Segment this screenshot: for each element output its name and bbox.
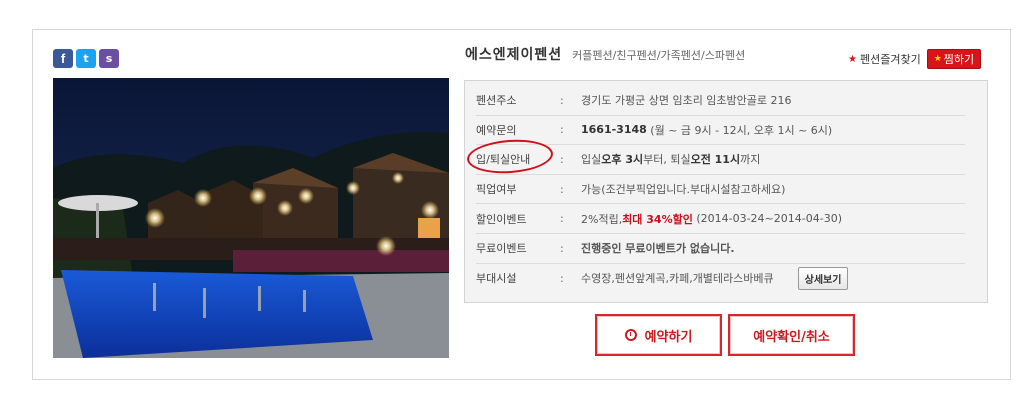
twitter-icon[interactable]: t xyxy=(76,49,96,68)
discount-period: (2014-03-24~2014-04-30) xyxy=(696,212,842,226)
confirm-cancel-button[interactable]: 예약확인/취소 xyxy=(728,314,855,356)
info-row-pickup: 픽업여부 : 가능(조건부픽업입니다.부대시설참고하세요) xyxy=(476,175,965,205)
phone-number: 1661-3148 xyxy=(581,123,647,137)
info-table: 펜션주소 : 경기도 가평군 상면 임초리 임초밤안골로 216 예약문의 : … xyxy=(464,80,988,303)
checkin-time: 오후 3시 xyxy=(601,153,644,167)
colon: : xyxy=(560,152,564,166)
favorite-area: ★ 펜션즐겨찾기 ★ 찜하기 xyxy=(848,49,982,69)
checkin-value: 입실 오후 3시 부터, 퇴실 오전 11시 까지 xyxy=(581,151,760,167)
colon: : xyxy=(560,241,564,255)
checkout-time: 오전 11시 xyxy=(690,153,741,167)
info-row-address: 펜션주소 : 경기도 가평군 상면 임초리 임초밤안골로 216 xyxy=(476,86,965,116)
info-row-discount: 할인이벤트 : 2%적립, 최대 34%할인 (2014-03-24~2014-… xyxy=(476,204,965,234)
colon: : xyxy=(560,271,564,285)
action-buttons: 예약하기 예약확인/취소 xyxy=(595,314,855,356)
colon: : xyxy=(560,212,564,226)
facebook-icon[interactable]: f xyxy=(53,49,73,68)
pension-name: 에스엔제이펜션 xyxy=(465,47,563,63)
info-label: 픽업여부 xyxy=(476,183,517,197)
details-button[interactable]: 상세보기 xyxy=(797,266,849,290)
pension-night-photo xyxy=(53,78,449,358)
facilities-text: 수영장,펜션앞계곡,카페,개별테라스바베큐 xyxy=(581,272,774,286)
pension-header: 에스엔제이펜션 커플펜션/친구펜션/가족펜션/스파펜션 xyxy=(465,44,745,64)
info-label: 할인이벤트 xyxy=(476,212,527,226)
address-value: 경기도 가평군 상면 임초리 임초밤안골로 216 xyxy=(581,94,792,108)
colon: : xyxy=(560,93,564,107)
info-row-checkin: 입/퇴실안내 : 입실 오후 3시 부터, 퇴실 오전 11시 까지 xyxy=(465,137,965,177)
checkin-text: 부터, 퇴실 xyxy=(643,153,691,167)
info-label: 예약문의 xyxy=(476,123,517,137)
info-label: 펜션주소 xyxy=(476,94,517,108)
info-row-free-event: 무료이벤트 : 진행중인 무료이벤트가 없습니다. xyxy=(476,234,965,264)
discount-text: 2%적립, xyxy=(581,212,623,226)
star-icon: ★ xyxy=(848,53,857,65)
contact-value: 1661-3148 (월 ~ 금 9시 - 12시, 오후 1시 ~ 6시) xyxy=(581,122,832,138)
facilities-value: 수영장,펜션앞계곡,카페,개별테라스바베큐 상세보기 xyxy=(581,266,849,290)
zzim-button[interactable]: ★ 찜하기 xyxy=(926,49,982,69)
pension-photo xyxy=(53,78,449,358)
confirm-button-label: 예약확인/취소 xyxy=(753,329,830,345)
favorite-label: 펜션즐겨찾기 xyxy=(859,53,921,66)
reserve-button-label: 예약하기 xyxy=(644,329,693,345)
discount-highlight: 최대 34%할인 xyxy=(622,212,693,226)
info-label-checkin: 입/퇴실안내 xyxy=(465,137,560,177)
share-icons: f t s xyxy=(53,49,119,68)
colon: : xyxy=(560,123,564,137)
info-row-contact: 예약문의 : 1661-3148 (월 ~ 금 9시 - 12시, 오후 1시 … xyxy=(476,116,965,146)
reserve-button[interactable]: 예약하기 xyxy=(595,314,722,356)
pension-tags: 커플펜션/친구펜션/가족펜션/스파펜션 xyxy=(572,49,746,62)
pickup-value: 가능(조건부픽업입니다.부대시설참고하세요) xyxy=(581,183,786,197)
kakaostory-icon[interactable]: s xyxy=(99,49,119,68)
info-row-facilities: 부대시설 : 수영장,펜션앞계곡,카페,개별테라스바베큐 상세보기 xyxy=(476,264,965,294)
checkin-text: 입실 xyxy=(581,153,602,167)
clock-icon xyxy=(624,329,637,341)
zzim-button-label: 찜하기 xyxy=(943,53,975,66)
discount-value: 2%적립, 최대 34%할인 (2014-03-24~2014-04-30) xyxy=(581,211,842,227)
info-label: 무료이벤트 xyxy=(476,242,527,256)
contact-hours: (월 ~ 금 9시 - 12시, 오후 1시 ~ 6시) xyxy=(650,123,833,137)
colon: : xyxy=(560,182,564,196)
checkin-text: 까지 xyxy=(740,153,761,167)
info-label: 부대시설 xyxy=(476,272,517,286)
free-event-value: 진행중인 무료이벤트가 없습니다. xyxy=(581,242,735,256)
star-icon: ★ xyxy=(933,54,942,64)
